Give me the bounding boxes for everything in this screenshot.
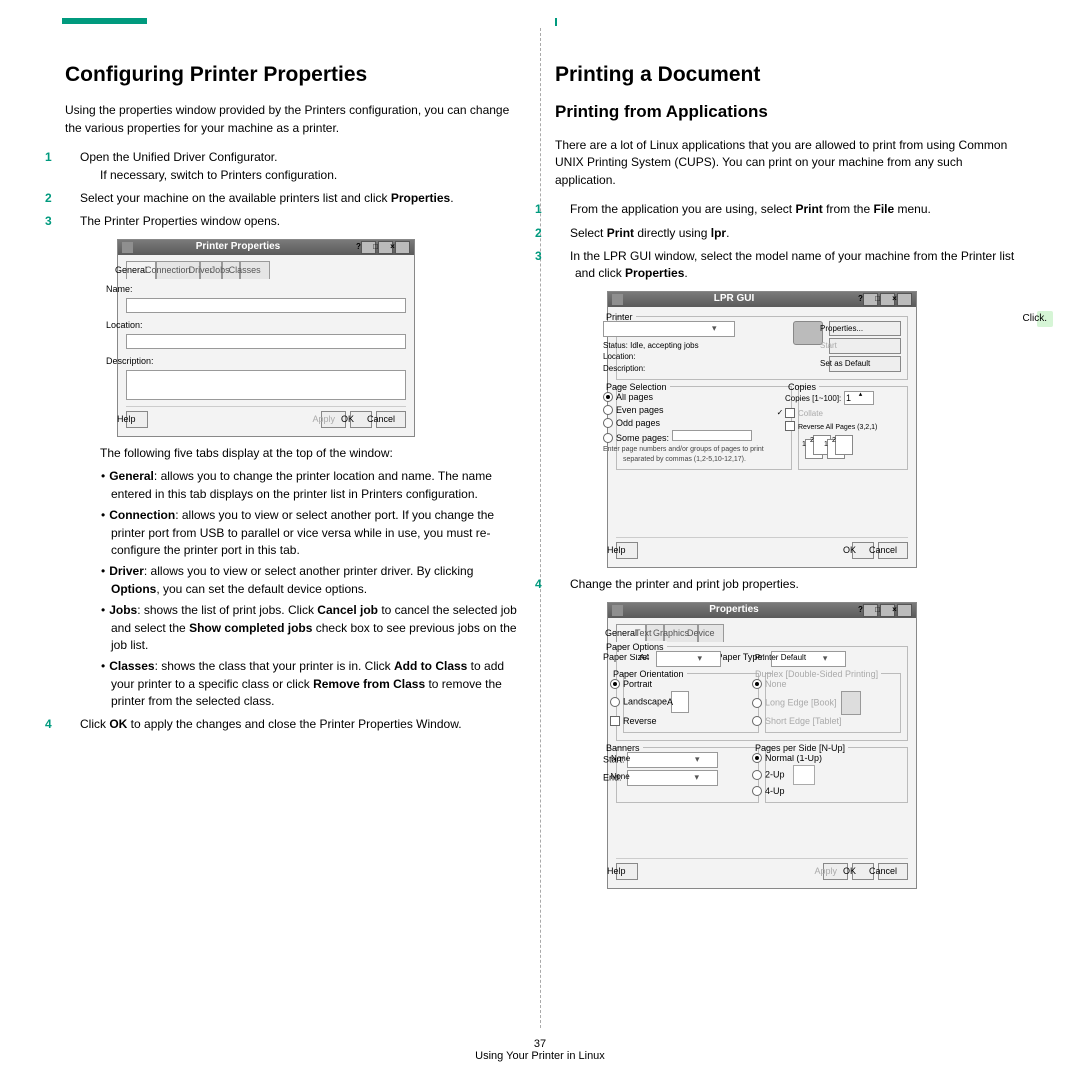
paper-options-group: Paper Options Paper Size: A4 Paper Type:… [616,646,908,741]
orientation-group: Paper Orientation Portrait LandscapeA Re… [623,673,759,733]
nup-4-radio[interactable] [752,786,762,796]
printer-icon [793,321,823,345]
some-pages-hint: Enter page numbers and/or groups of page… [623,445,785,465]
properties-window: Properties ? □ × General Text Graphics D… [607,602,917,889]
description-input[interactable] [126,370,406,400]
collate-check[interactable] [785,408,795,418]
some-pages-input[interactable] [672,430,752,441]
description-label: Description: [126,355,406,368]
left-step-1: 1Open the Unified Driver Configurator. I… [65,149,525,184]
left-step1-note: If necessary, switch to Printers configu… [120,167,525,184]
click-callout: Click. [1037,311,1053,328]
nup-group: Pages per Side [N-Up] Normal (1-Up) 2-Up… [765,747,908,803]
tabs-intro: The following five tabs display at the t… [120,445,525,462]
page-footer: 37 Using Your Printer in Linux [0,1038,1080,1062]
cancel-button[interactable]: Cancel [878,863,908,880]
duplex-group: Duplex [Double-Sided Printing] None Long… [765,673,901,733]
app-icon [612,294,623,305]
right-step-3: 3In the LPR GUI window, select the model… [555,248,1015,568]
page-number: 37 [0,1038,1080,1050]
location-input[interactable] [126,334,406,349]
duplex-preview [841,691,861,715]
bullet-classes: Classes: shows the class that your print… [101,658,525,710]
odd-pages-radio[interactable] [603,418,613,428]
window-title: LPR GUI [627,292,861,307]
close-window-btn[interactable]: × [897,293,912,306]
left-step-3: 3The Printer Properties window opens. Pr… [65,213,525,710]
start-button[interactable]: Start [829,338,901,354]
tabs: General Connection Driver Jobs Classes [126,261,406,279]
all-pages-radio[interactable] [603,392,613,402]
printer-properties-window: Printer Properties ? □ × General Connect… [117,239,415,437]
titlebar: Properties ? □ × [608,603,916,618]
bullet-connection: Connection: allows you to view or select… [101,507,525,559]
right-column: Printing a Document Printing from Applic… [540,30,1030,897]
nup-1-radio[interactable] [752,753,762,763]
printer-location: Location: [623,351,807,363]
left-intro: Using the properties window provided by … [65,102,525,137]
cancel-button[interactable]: Cancel [376,411,406,428]
tabs: General Text Graphics Device [616,624,908,642]
close-window-btn[interactable]: × [395,241,410,254]
bullet-driver: Driver: allows you to view or select ano… [101,563,525,598]
printer-description: Description: [623,363,807,375]
help-button[interactable]: Help [126,411,148,428]
left-heading: Configuring Printer Properties [65,60,525,90]
window-title: Properties [627,603,861,618]
left-column: Configuring Printer Properties Using the… [50,30,540,897]
banner-start-select[interactable]: None [627,752,718,768]
left-step-4: 4Click OK to apply the changes and close… [65,716,525,733]
help-button[interactable]: Help [616,542,638,559]
nup-preview [793,765,815,785]
paper-size-select[interactable]: A4 [656,651,721,667]
collate-icon: 1212 [805,435,845,461]
right-step-2: 2Select Print directly using lpr. [555,225,1015,242]
even-pages-radio[interactable] [603,405,613,415]
set-default-button[interactable]: Set as Default [829,356,901,372]
reverse-check[interactable] [785,421,795,431]
paper-type-select[interactable]: Printer Default [771,651,846,667]
close-window-btn[interactable]: × [897,604,912,617]
right-heading: Printing a Document [555,60,1015,90]
landscape-radio[interactable] [610,697,620,707]
tab-device[interactable]: Device [698,624,724,642]
right-step-1: 1From the application you are using, sel… [555,201,1015,218]
bullet-general: General: allows you to change the printe… [101,468,525,503]
duplex-none-radio[interactable] [752,679,762,689]
app-icon [612,605,623,616]
name-input[interactable] [126,298,406,313]
left-step-2: 2Select your machine on the available pr… [65,190,525,207]
help-button[interactable]: Help [616,863,638,880]
nup-2-radio[interactable] [752,770,762,780]
name-label: Name: [126,283,406,296]
duplex-short-radio[interactable] [752,716,762,726]
right-subheading: Printing from Applications [555,100,1015,125]
copies-group: Copies Copies [1~100]: 1 Collate Reverse… [798,386,908,470]
banners-group: Banners Start: None End: None [616,747,759,803]
some-pages-radio[interactable] [603,433,613,443]
titlebar: Printer Properties ? □ × [118,240,414,255]
properties-button[interactable]: Properties... [829,321,901,337]
reverse-check[interactable] [610,716,620,726]
printer-status: Status: Idle, accepting jobs [623,340,807,352]
location-label: Location: [126,319,406,332]
duplex-long-radio[interactable] [752,698,762,708]
titlebar: LPR GUI ? □ × [608,292,916,307]
copies-spinner[interactable]: 1 [844,391,874,405]
printer-select[interactable] [603,321,735,337]
cancel-button[interactable]: Cancel [878,542,908,559]
page-selection-group: Page Selection All pages Even pages Odd … [616,386,792,470]
right-intro: There are a lot of Linux applications th… [555,137,1015,189]
printer-group: Printer Status: Idle, accepting jobs Loc… [616,316,908,380]
bullet-jobs: Jobs: shows the list of print jobs. Clic… [101,602,525,654]
app-icon [122,242,133,253]
orientation-preview: A [671,691,689,713]
banner-end-select[interactable]: None [627,770,718,786]
portrait-radio[interactable] [610,679,620,689]
window-title: Printer Properties [137,240,359,255]
lpr-gui-window: LPR GUI ? □ × Printer Status: Idle, acce… [607,291,917,568]
right-step-4: 4Change the printer and print job proper… [555,576,1015,889]
footer-text: Using Your Printer in Linux [0,1050,1080,1062]
tab-classes[interactable]: Classes [240,261,270,279]
